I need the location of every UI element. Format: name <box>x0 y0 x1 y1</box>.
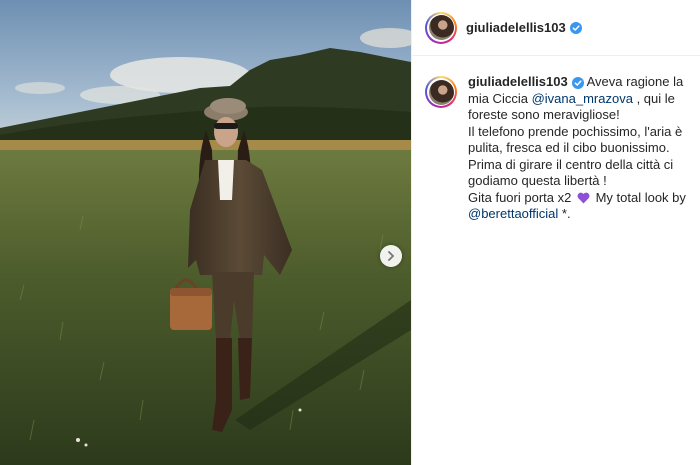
mention-beretta[interactable]: @berettaofficial <box>468 206 558 221</box>
instagram-post: giuliadelellis103 giuliadelellis103 Avev… <box>0 0 700 465</box>
mention-ivana[interactable]: @ivana_mrazova <box>532 91 633 106</box>
chevron-right-icon <box>388 251 395 261</box>
caption-part-4: Prima di girare il centro della città ci… <box>468 156 674 189</box>
photo-scene <box>0 0 411 465</box>
verified-badge-icon <box>571 76 584 89</box>
caption-part-7: *. <box>561 206 571 221</box>
purple-heart-icon <box>577 192 590 203</box>
next-photo-button[interactable] <box>380 245 402 267</box>
post-header: giuliadelellis103 <box>412 0 700 56</box>
verified-badge-icon <box>569 21 582 34</box>
caption-part-6: My total look by <box>595 189 686 205</box>
caption-text: giuliadelellis103 Aveva ragione la mia C… <box>468 74 688 223</box>
header-username[interactable]: giuliadelellis103 <box>466 20 566 35</box>
caption-part-3: Il telefono prende pochissimo, l'aria è … <box>468 123 683 156</box>
caption-username[interactable]: giuliadelellis103 <box>468 74 568 89</box>
post-caption: giuliadelellis103 Aveva ragione la mia C… <box>412 56 700 223</box>
post-photo[interactable] <box>0 0 411 465</box>
caption-avatar[interactable] <box>425 76 457 108</box>
caption-part-5: Gita fuori porta x2 <box>468 189 572 205</box>
post-side-panel: giuliadelellis103 giuliadelellis103 Avev… <box>411 0 700 465</box>
avatar[interactable] <box>425 11 457 44</box>
